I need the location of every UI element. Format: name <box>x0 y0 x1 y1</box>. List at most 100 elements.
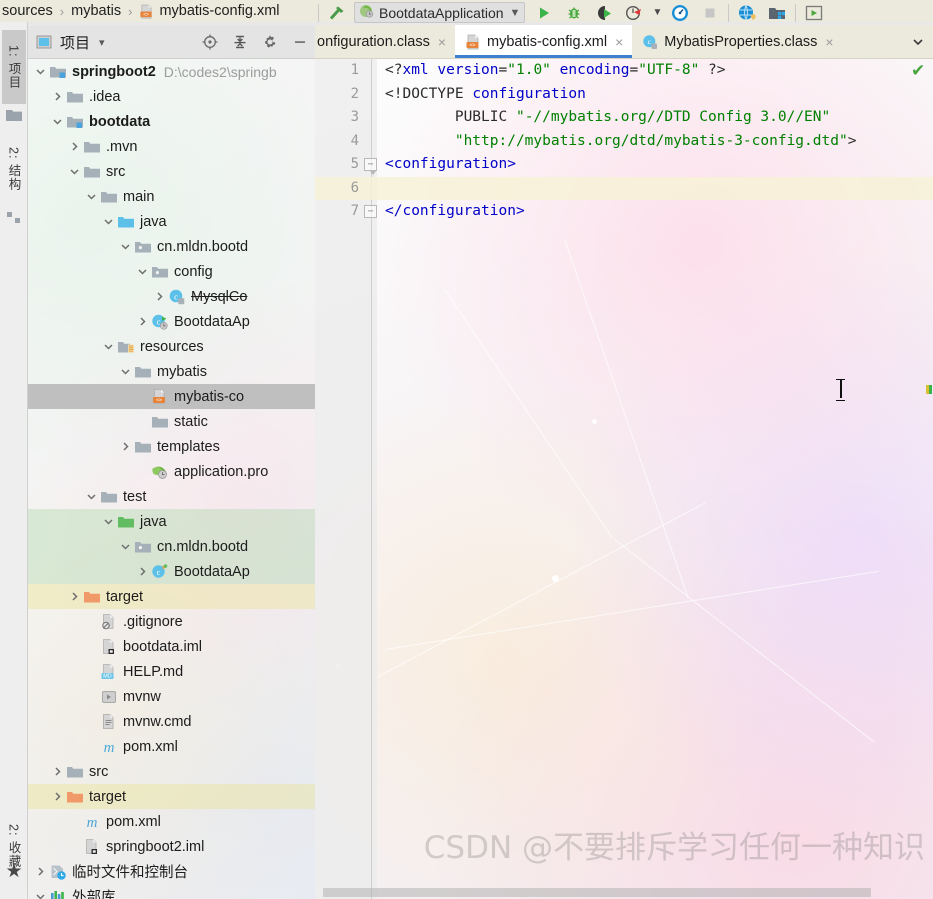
breadcrumb-segment-resources[interactable]: sources <box>2 3 53 19</box>
tree-row[interactable]: m pom.xml <box>28 734 315 759</box>
chevron-down-icon[interactable] <box>100 209 117 234</box>
chevron-down-icon[interactable] <box>117 534 134 559</box>
chevron-down-icon[interactable] <box>100 509 117 534</box>
build-hammer-icon[interactable] <box>322 1 352 25</box>
close-icon[interactable]: × <box>438 34 446 50</box>
tree-row[interactable]: springboot2.iml <box>28 834 315 859</box>
chevron-right-icon[interactable] <box>134 309 151 334</box>
tree-row[interactable]: mvnw.cmd <box>28 709 315 734</box>
code-line[interactable]: 2 <!DOCTYPE configuration <box>315 83 933 107</box>
tree-row[interactable]: bootdata <box>28 109 315 134</box>
fold-collapse-icon[interactable]: − <box>364 205 377 218</box>
tree-row[interactable]: target <box>28 584 315 609</box>
tree-row[interactable]: src <box>28 159 315 184</box>
run-anything-icon[interactable] <box>799 1 829 25</box>
tree-row[interactable]: test <box>28 484 315 509</box>
tree-row[interactable]: m pom.xml <box>28 809 315 834</box>
close-icon[interactable]: × <box>825 34 833 50</box>
tree-row[interactable]: springboot2 D:\codes2\springb <box>28 59 315 84</box>
editor-horizontal-scrollbar[interactable] <box>323 888 871 897</box>
code-line[interactable]: 1 <?xml version="1.0" encoding="UTF-8" ?> <box>315 59 933 83</box>
tree-row[interactable]: .gitignore <box>28 609 315 634</box>
tree-row[interactable]: java <box>28 209 315 234</box>
project-tree[interactable]: springboot2 D:\codes2\springb .idea bootdat… <box>28 59 315 899</box>
chevron-down-icon[interactable] <box>49 109 66 134</box>
breadcrumb-segment-mybatis[interactable]: mybatis <box>71 3 121 19</box>
sidebar-tab-structure[interactable]: 2: 结构 <box>2 132 26 206</box>
breadcrumb-file[interactable]: mybatis-config.xml <box>159 3 279 19</box>
code-line[interactable]: 6 <box>315 176 933 200</box>
chevron-right-icon[interactable] <box>117 434 134 459</box>
tree-row[interactable]: application.pro <box>28 459 315 484</box>
debug-icon[interactable] <box>559 1 589 25</box>
chevron-right-icon[interactable] <box>49 759 66 784</box>
inspection-status-icon[interactable]: ✔ <box>911 62 927 79</box>
update-application-icon[interactable] <box>665 1 695 25</box>
chevron-right-icon[interactable] <box>32 859 49 884</box>
tree-row[interactable]: templates <box>28 434 315 459</box>
chevron-down-icon[interactable]: ▼ <box>510 7 521 19</box>
tree-row[interactable]: src <box>28 759 315 784</box>
tree-row[interactable]: mvnw <box>28 684 315 709</box>
chevron-down-icon[interactable] <box>117 234 134 259</box>
tree-row[interactable]: 临时文件和控制台 <box>28 859 315 884</box>
chevron-down-icon[interactable] <box>83 484 100 509</box>
sidebar-tab-project[interactable]: 1: 项目 <box>2 30 26 104</box>
fold-expand-icon[interactable]: − <box>364 158 377 175</box>
chevron-right-icon[interactable] <box>66 584 83 609</box>
code-line[interactable]: 5− <configuration> <box>315 153 933 177</box>
tree-row[interactable]: c MysqlCo <box>28 284 315 309</box>
tree-row[interactable]: java <box>28 509 315 534</box>
tree-row[interactable]: cn.mldn.bootd <box>28 234 315 259</box>
code-editor[interactable]: 1 <?xml version="1.0" encoding="UTF-8" ?>… <box>315 59 933 899</box>
tree-row[interactable]: cn.mldn.bootd <box>28 534 315 559</box>
chevron-down-icon[interactable] <box>117 359 134 384</box>
tree-row[interactable]: bootdata.iml <box>28 634 315 659</box>
tree-row[interactable]: main <box>28 184 315 209</box>
run-with-coverage-icon[interactable] <box>589 1 619 25</box>
profiler-icon[interactable] <box>619 1 649 25</box>
run-icon[interactable] <box>529 1 559 25</box>
editor-tab-configuration-class[interactable]: onfiguration.class × <box>315 25 455 58</box>
editor-code-area[interactable]: 1 <?xml version="1.0" encoding="UTF-8" ?>… <box>315 59 933 899</box>
editor-tab-mybatis-properties-class[interactable]: c MybatisProperties.class × <box>632 25 842 58</box>
locate-file-icon[interactable] <box>195 27 225 57</box>
chevron-down-icon[interactable] <box>32 59 49 84</box>
tree-row[interactable]: target <box>28 784 315 809</box>
error-stripe-marker[interactable] <box>926 385 929 394</box>
hide-panel-icon[interactable] <box>285 27 315 57</box>
tree-row[interactable]: .mvn <box>28 134 315 159</box>
chevron-right-icon[interactable] <box>66 134 83 159</box>
tree-row[interactable]: resources <box>28 334 315 359</box>
tree-row[interactable]: c BootdataAp <box>28 559 315 584</box>
chevron-right-icon[interactable] <box>151 284 168 309</box>
profiler-dropdown-icon[interactable]: ▼ <box>649 1 665 25</box>
editor-tabs-overflow-icon[interactable] <box>903 25 933 58</box>
settings-gear-icon[interactable] <box>255 27 285 57</box>
stop-icon[interactable] <box>695 1 725 25</box>
tree-row[interactable]: static <box>28 409 315 434</box>
tree-row[interactable]: MD HELP.md <box>28 659 315 684</box>
chevron-right-icon[interactable] <box>49 84 66 109</box>
close-icon[interactable]: × <box>615 34 623 50</box>
chevron-down-icon[interactable] <box>32 884 49 899</box>
chevron-down-icon[interactable] <box>66 159 83 184</box>
tree-row[interactable]: .idea <box>28 84 315 109</box>
error-stripe-marker[interactable] <box>929 385 932 394</box>
tree-row[interactable]: c BootdataAp <box>28 309 315 334</box>
tree-row[interactable]: <> mybatis-co <box>28 384 315 409</box>
chevron-down-icon[interactable] <box>100 334 117 359</box>
collapse-all-icon[interactable] <box>225 27 255 57</box>
chevron-right-icon[interactable] <box>49 784 66 809</box>
run-configuration-selector[interactable]: BootdataApplication ▼ <box>354 2 526 23</box>
editor-tab-mybatis-config-xml[interactable]: <> mybatis-config.xml × <box>455 25 633 58</box>
tree-row[interactable]: config <box>28 259 315 284</box>
chevron-down-icon[interactable]: ▾ <box>99 36 105 49</box>
services-icon[interactable] <box>732 1 762 25</box>
code-line[interactable]: 4 "http://mybatis.org/dtd/mybatis-3-conf… <box>315 130 933 154</box>
code-line[interactable]: 7− </configuration> <box>315 200 933 224</box>
chevron-down-icon[interactable] <box>83 184 100 209</box>
chevron-right-icon[interactable] <box>134 559 151 584</box>
chevron-down-icon[interactable] <box>134 259 151 284</box>
tree-row[interactable]: 外部库 <box>28 884 315 899</box>
